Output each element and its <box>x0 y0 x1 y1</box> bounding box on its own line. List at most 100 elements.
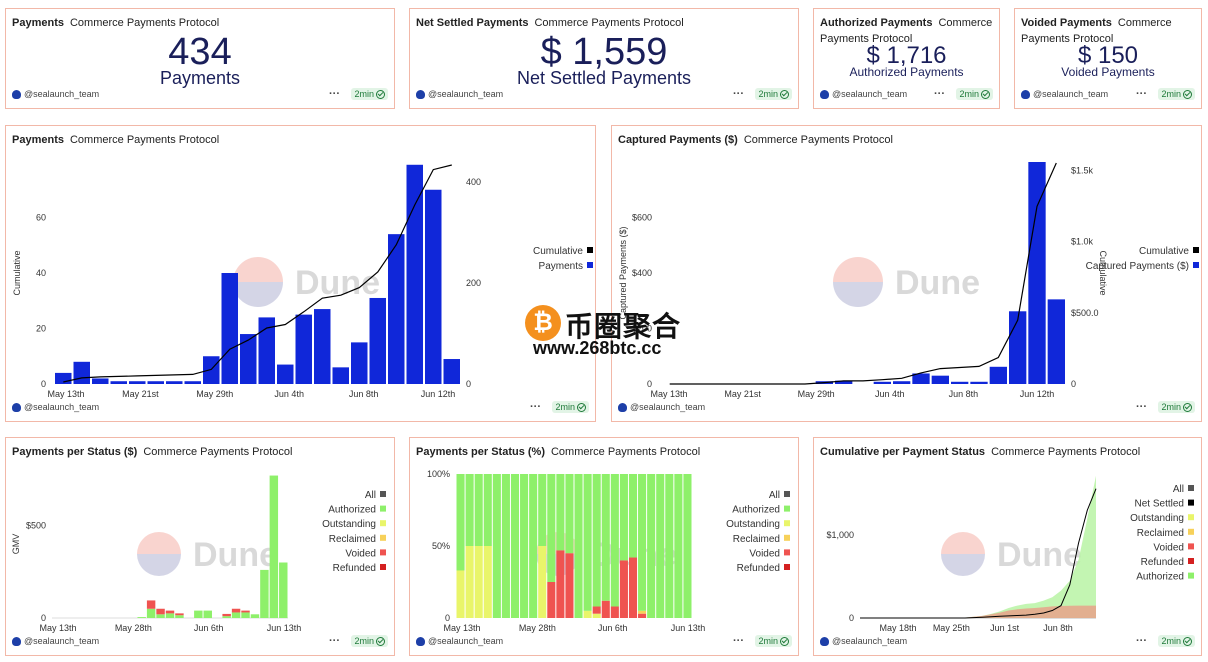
chart-bar-segment <box>492 474 501 618</box>
y-tick-label: 200 <box>466 278 481 288</box>
legend-label: Payments <box>539 261 583 272</box>
author-link[interactable]: @sealaunch_team <box>12 402 99 412</box>
dune-logo-icon <box>833 257 883 282</box>
card-footer: @sealaunch_team ··· 2min <box>12 88 388 103</box>
chart-card-captured-payments: Captured Payments ($) Commerce Payments P… <box>611 125 1202 422</box>
chart-bar-segment <box>165 613 175 618</box>
more-menu-button[interactable]: ··· <box>1136 401 1147 413</box>
legend-label: Authorized <box>1136 572 1184 583</box>
chart-bar <box>970 381 988 384</box>
more-menu-button[interactable]: ··· <box>530 401 541 413</box>
legend-label: Refunded <box>333 563 376 574</box>
y-tick-label: $1,000 <box>826 530 854 540</box>
x-tick-label: May 18th <box>879 623 916 633</box>
legend-label: Reclaimed <box>733 534 780 545</box>
legend-swatch <box>784 491 790 497</box>
more-menu-button[interactable]: ··· <box>329 635 340 647</box>
more-menu-button[interactable]: ··· <box>329 88 340 100</box>
chart-bar-segment <box>510 474 520 618</box>
card-footer: @sealaunch_team ··· 2min <box>618 401 1195 416</box>
chart-bar-segment <box>556 474 565 551</box>
x-tick-label: May 13th <box>443 623 480 633</box>
y-tick-label: 0 <box>647 379 652 389</box>
author-link[interactable]: @sealaunch_team <box>12 89 99 99</box>
x-tick-label: May 13th <box>39 623 76 633</box>
freshness-badge: 2min <box>755 88 792 100</box>
chart-bar <box>931 375 949 384</box>
chart-bar <box>1047 299 1065 384</box>
chart-bar <box>240 334 257 384</box>
chart-bar-segment <box>547 474 556 582</box>
legend-label: Net Settled <box>1135 499 1184 510</box>
voided-area <box>860 605 1096 618</box>
y-tick-label: 0 <box>1071 379 1076 389</box>
chart-bar-segment <box>583 474 592 611</box>
avatar <box>12 636 21 646</box>
dune-logo-icon <box>833 282 883 307</box>
legend-label: Cumulative <box>533 246 583 257</box>
check-circle-icon <box>577 402 586 412</box>
legend-swatch <box>1188 543 1194 550</box>
freshness-badge: 2min <box>351 88 388 100</box>
dune-logo-icon <box>137 532 181 554</box>
chart-bar-segment <box>592 613 601 618</box>
chart-bar <box>332 367 349 384</box>
chart-bar <box>277 364 294 384</box>
dune-logo-icon <box>233 282 283 307</box>
chart-bar-segment <box>556 550 565 618</box>
chart-bar <box>406 164 423 384</box>
chart-bar-segment <box>250 614 260 618</box>
dune-logo-icon <box>233 257 283 282</box>
chart-bar <box>147 381 164 384</box>
chart-bar-segment <box>638 610 647 614</box>
legend-swatch <box>784 534 790 541</box>
author-link[interactable]: @sealaunch_team <box>820 89 907 99</box>
x-tick-label: May 29th <box>798 389 835 399</box>
chart-bar <box>221 273 238 384</box>
chart-bar-segment <box>538 474 547 546</box>
chart-bar <box>203 356 220 384</box>
chart-bar <box>989 366 1007 384</box>
freshness-badge: 2min <box>1158 401 1195 413</box>
avatar <box>12 89 21 99</box>
more-menu-button[interactable]: ··· <box>733 635 744 647</box>
chart-bar-segment <box>601 600 610 618</box>
chart-bar <box>1028 162 1046 384</box>
author-link[interactable]: @sealaunch_team <box>12 636 99 646</box>
counter-card-authorized: Authorized Payments Commerce Payments Pro… <box>813 8 1000 109</box>
author-link[interactable]: @sealaunch_team <box>416 636 503 646</box>
y-axis-label: Cumulative <box>12 250 22 295</box>
cumulative-status-chart: Dune 0 $1,000 May 18th May 25th Jun 1st Jun 8t… <box>826 475 1194 633</box>
chart-bar <box>92 378 109 384</box>
counter-label: Payments <box>159 68 241 88</box>
chart-bar-segment <box>547 582 556 618</box>
x-tick-label: May 29th <box>196 389 233 399</box>
legend-swatch <box>1188 499 1194 506</box>
chart-bar <box>893 381 911 384</box>
more-menu-button[interactable]: ··· <box>934 88 945 100</box>
y-axis-label-right: Cumulative <box>1098 250 1108 295</box>
x-tick-label: Jun 12th <box>1020 389 1055 399</box>
more-menu-button[interactable]: ··· <box>1136 88 1147 100</box>
freshness-badge: 2min <box>351 635 388 647</box>
more-menu-button[interactable]: ··· <box>1136 635 1147 647</box>
chart-bar-segment <box>565 553 574 618</box>
site-logo-overlay: ₿ 币圈聚合 www.268btc.cc <box>525 303 690 359</box>
author-link[interactable]: @sealaunch_team <box>1021 89 1108 99</box>
legend-swatch <box>380 505 386 512</box>
chart-bar-segment <box>465 474 474 546</box>
legend-label: Authorized <box>732 505 780 516</box>
chart-bar-segment <box>601 474 610 601</box>
avatar <box>618 402 627 412</box>
chart-bar-segment <box>456 474 465 571</box>
chart-card-payments: Payments Commerce Payments Protocol Dune 0… <box>5 125 596 422</box>
check-circle-icon <box>1183 402 1192 412</box>
chart-bar-segment <box>241 612 250 618</box>
chart-bar-segment <box>574 474 583 618</box>
more-menu-button[interactable]: ··· <box>733 88 744 100</box>
author-link[interactable]: @sealaunch_team <box>618 402 705 412</box>
x-tick-label: May 13th <box>47 389 84 399</box>
x-tick-label: Jun 8th <box>1043 623 1073 633</box>
author-link[interactable]: @sealaunch_team <box>820 636 907 646</box>
author-link[interactable]: @sealaunch_team <box>416 89 503 99</box>
